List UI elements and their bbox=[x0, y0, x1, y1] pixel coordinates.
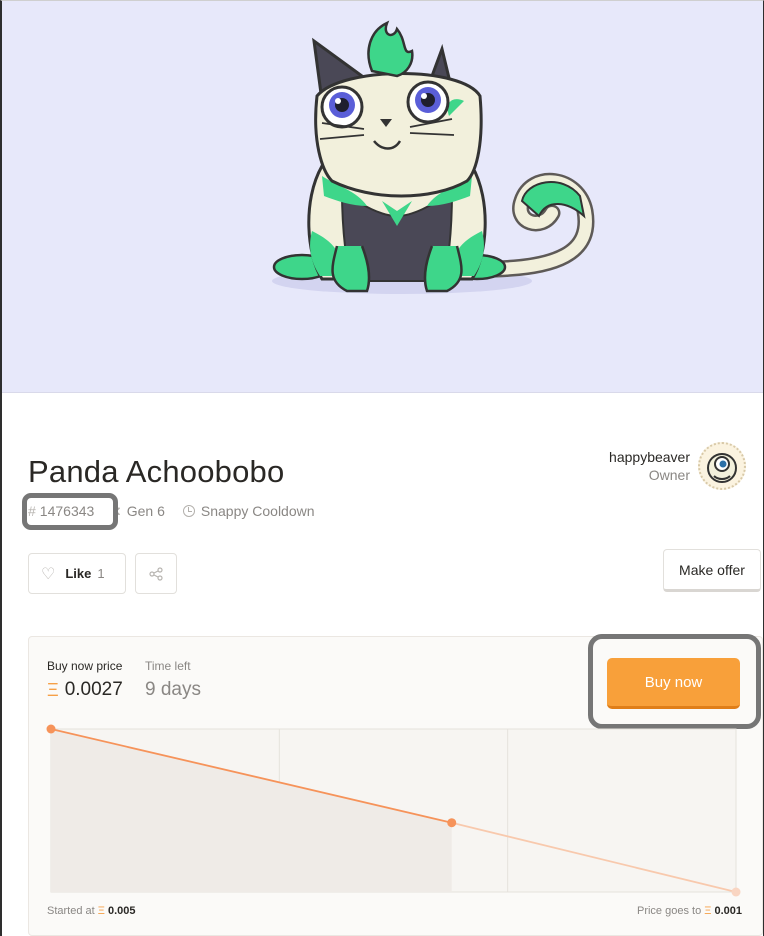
eth-icon: Ξ bbox=[97, 905, 105, 917]
chart-point-current bbox=[447, 818, 457, 828]
started-at-label: Started at bbox=[47, 905, 95, 917]
price-decay-chart bbox=[46, 724, 741, 897]
chart-point-end bbox=[731, 887, 741, 897]
started-at: Started at Ξ 0.005 bbox=[47, 905, 136, 917]
price-goes-to-label: Price goes to bbox=[636, 905, 702, 917]
price-goes-to: Price goes to Ξ 0.001 bbox=[637, 905, 742, 917]
price-goes-to-value: 0.001 bbox=[714, 905, 742, 917]
eth-icon: Ξ bbox=[704, 905, 712, 917]
started-at-value: 0.005 bbox=[107, 905, 136, 917]
chart-point-start bbox=[46, 724, 56, 734]
